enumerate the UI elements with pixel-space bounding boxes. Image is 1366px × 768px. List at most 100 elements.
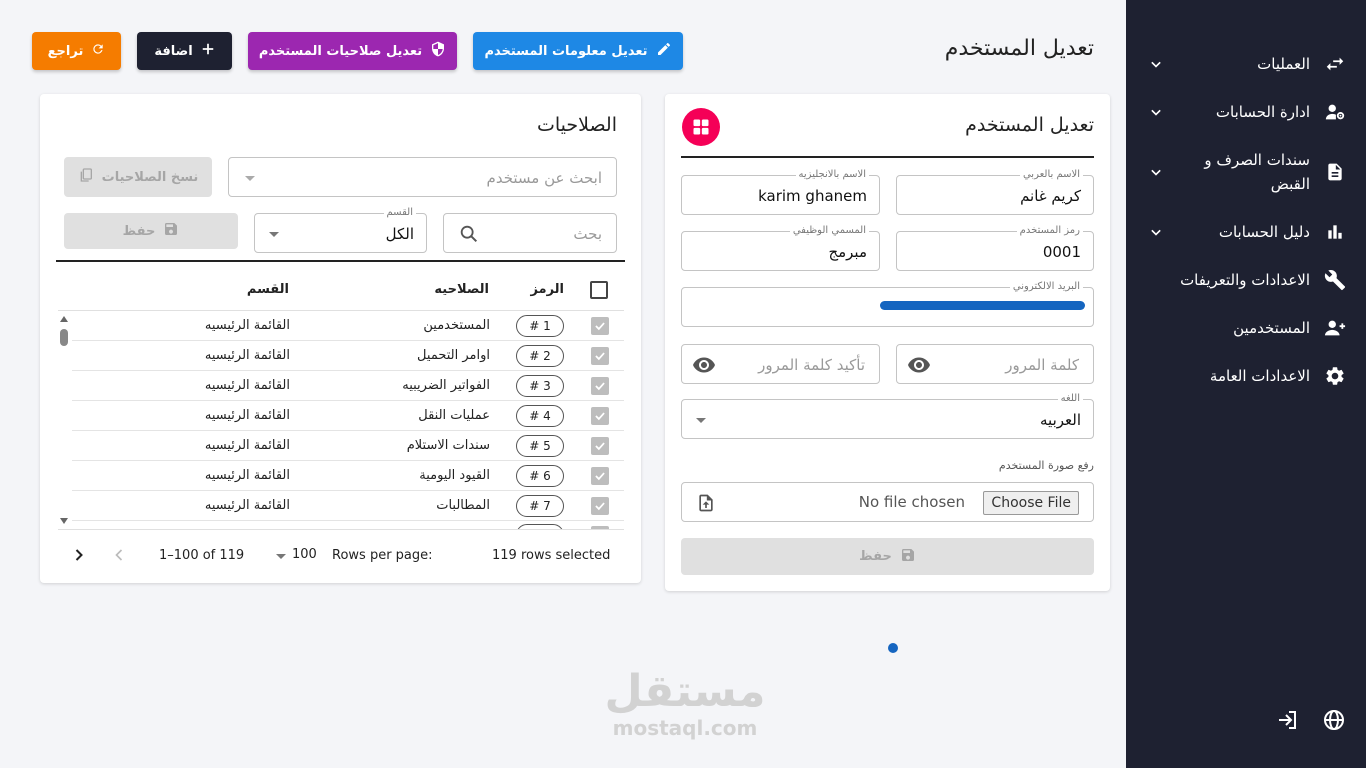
user-save-label: حفظ <box>859 549 892 564</box>
select-all-checkbox[interactable] <box>590 281 608 299</box>
chevron-down-icon <box>269 232 279 237</box>
row-checkbox[interactable] <box>591 407 609 425</box>
sidebar-item-vouchers[interactable]: سندات الصرف و القبض <box>1126 148 1366 196</box>
user-search-select[interactable]: ابحث عن مستخدم <box>228 157 617 197</box>
back-button[interactable]: تراجع <box>32 32 121 70</box>
eye-icon[interactable] <box>692 353 716 381</box>
chevron-down-icon[interactable] <box>1144 100 1168 124</box>
edit-user-info-button[interactable]: تعديل معلومات المستخدم <box>473 32 683 70</box>
code-chip: # 1 <box>516 315 564 337</box>
add-button[interactable]: اضافة <box>137 32 232 70</box>
add-user-icon <box>1322 315 1348 341</box>
save-icon <box>163 221 179 241</box>
chevron-down-icon[interactable] <box>1144 220 1168 244</box>
name-ar-field[interactable]: الاسم بالعربي كريم غانم <box>896 169 1094 215</box>
language-select[interactable]: اللغه العربيه <box>681 393 1094 439</box>
sidebar-item-users[interactable]: المستخدمين <box>1126 316 1366 340</box>
scroll-up-icon[interactable] <box>60 316 68 322</box>
name-en-field[interactable]: الاسم بالانجليزيه karim ghanem <box>681 169 880 215</box>
pagination-range: 1–100 of 119 <box>159 548 245 563</box>
row-checkbox[interactable] <box>591 347 609 365</box>
row-checkbox[interactable] <box>591 467 609 485</box>
permission-cell: المستخدمين <box>423 318 490 333</box>
user-save-button[interactable]: حفظ <box>681 538 1094 575</box>
rows-per-page-label: Rows per page: <box>332 548 433 563</box>
sidebar-item-label: العمليات <box>1257 55 1310 73</box>
add-label: اضافة <box>154 43 193 59</box>
edit-user-card: تعديل المستخدم الاسم بالعربي كريم غانم ا… <box>665 94 1110 591</box>
table-row[interactable]: # 1 المستخدمين القائمة الرئيسيه <box>72 311 624 341</box>
row-checkbox[interactable] <box>591 377 609 395</box>
eye-icon[interactable] <box>907 353 931 381</box>
row-checkbox[interactable] <box>591 437 609 455</box>
section-cell: القائمة الرئيسيه <box>204 408 290 423</box>
grid-icon[interactable] <box>682 108 720 146</box>
password-field[interactable]: كلمة المرور <box>896 344 1094 384</box>
section-value: الكل <box>385 225 414 243</box>
job-title-label: المسمي الوظيفي <box>789 225 869 237</box>
code-chip: # 3 <box>516 375 564 397</box>
scroll-thumb[interactable] <box>60 329 68 346</box>
table-row[interactable]: # 5 سندات الاستلام القائمة الرئيسيه <box>72 431 624 461</box>
chevron-down-icon <box>245 176 255 181</box>
rows-per-page-value: 100 <box>292 547 317 562</box>
permission-cell: اوامر التحميل <box>417 348 490 363</box>
edit-user-info-label: تعديل معلومات المستخدم <box>484 43 648 59</box>
language-label: اللغه <box>1057 393 1083 405</box>
sidebar-item-settings-definitions[interactable]: الاعدادات والتعريفات <box>1126 268 1366 292</box>
title-divider <box>681 156 1094 158</box>
name-en-label: الاسم بالانجليزيه <box>795 169 869 181</box>
sidebar-item-accounts-management[interactable]: ادارة الحسابات <box>1126 100 1366 124</box>
rows-per-page-select[interactable]: 100 <box>274 544 322 568</box>
column-header-permission[interactable]: الصلاحيه <box>434 282 489 297</box>
table-row[interactable]: # 6 القيود اليومية القائمة الرئيسيه <box>72 461 624 491</box>
table-row[interactable]: # 7 المطالبات القائمة الرئيسيه <box>72 491 624 521</box>
job-title-field[interactable]: المسمي الوظيفي مبرمج <box>681 225 880 271</box>
back-label: تراجع <box>47 43 84 59</box>
sidebar-item-operations[interactable]: العمليات <box>1126 52 1366 76</box>
table-row[interactable]: # 3 الفواتير الضريبيه القائمة الرئيسيه <box>72 371 624 401</box>
sidebar-item-general-settings[interactable]: الاعدادات العامة <box>1126 364 1366 388</box>
selected-count: 119 rows selected <box>492 548 611 563</box>
permission-search-input[interactable]: بحث <box>443 213 617 253</box>
file-upload-field[interactable]: Choose File No file chosen <box>681 482 1094 522</box>
row-checkbox[interactable] <box>591 497 609 515</box>
user-code-field[interactable]: رمز المستخدم 0001 <box>896 225 1094 271</box>
upload-label: رفع صورة المستخدم <box>998 459 1094 472</box>
watermark: مستقل mostaql.com <box>595 666 775 741</box>
permission-cell: سندات الاستلام <box>406 438 490 453</box>
edit-user-permissions-button[interactable]: تعديل صلاحيات المستخدم <box>248 32 457 70</box>
table-row[interactable]: # 4 عمليات النقل القائمة الرئيسيه <box>72 401 624 431</box>
column-header-section[interactable]: القسم <box>247 282 289 297</box>
code-chip: # 6 <box>516 465 564 487</box>
watermark-logo: مستقل <box>604 666 766 717</box>
copy-permissions-button[interactable]: نسخ الصلاحيات <box>64 157 212 197</box>
logout-icon[interactable] <box>1274 706 1302 734</box>
bar-chart-icon <box>1322 219 1348 245</box>
table-scrollbar[interactable] <box>58 314 70 526</box>
chevron-down-icon[interactable] <box>1144 52 1168 76</box>
permissions-save-button[interactable]: حفظ <box>64 213 238 249</box>
sidebar-item-chart-of-accounts[interactable]: دليل الحسابات <box>1126 220 1366 244</box>
email-field[interactable]: البريد الالكتروني <box>681 281 1094 327</box>
wrench-icon <box>1322 267 1348 293</box>
section-select[interactable]: القسم الكل <box>254 207 427 253</box>
sidebar-item-label: سندات الصرف و القبض <box>1168 148 1310 196</box>
chevron-down-icon[interactable] <box>1144 160 1168 184</box>
next-page-icon[interactable] <box>69 545 89 569</box>
card-title: تعديل المستخدم <box>965 114 1094 136</box>
previous-page-icon[interactable] <box>109 545 129 569</box>
globe-icon[interactable] <box>1320 706 1348 734</box>
table-row[interactable]: # 2 اوامر التحميل القائمة الرئيسيه <box>72 341 624 371</box>
code-chip: # 5 <box>516 435 564 457</box>
page-title: تعديل المستخدم <box>944 36 1094 61</box>
choose-file-button[interactable]: Choose File <box>983 491 1079 515</box>
password-confirm-placeholder: تأكيد كلمة المرور <box>758 356 865 374</box>
user-search-placeholder: ابحث عن مستخدم <box>486 169 602 187</box>
password-confirm-field[interactable]: تأكيد كلمة المرور <box>681 344 880 384</box>
column-header-code[interactable]: الرمز <box>530 282 564 297</box>
row-checkbox[interactable] <box>591 317 609 335</box>
gear-icon <box>1322 363 1348 389</box>
footer-divider <box>58 529 624 530</box>
scroll-down-icon[interactable] <box>60 518 68 524</box>
